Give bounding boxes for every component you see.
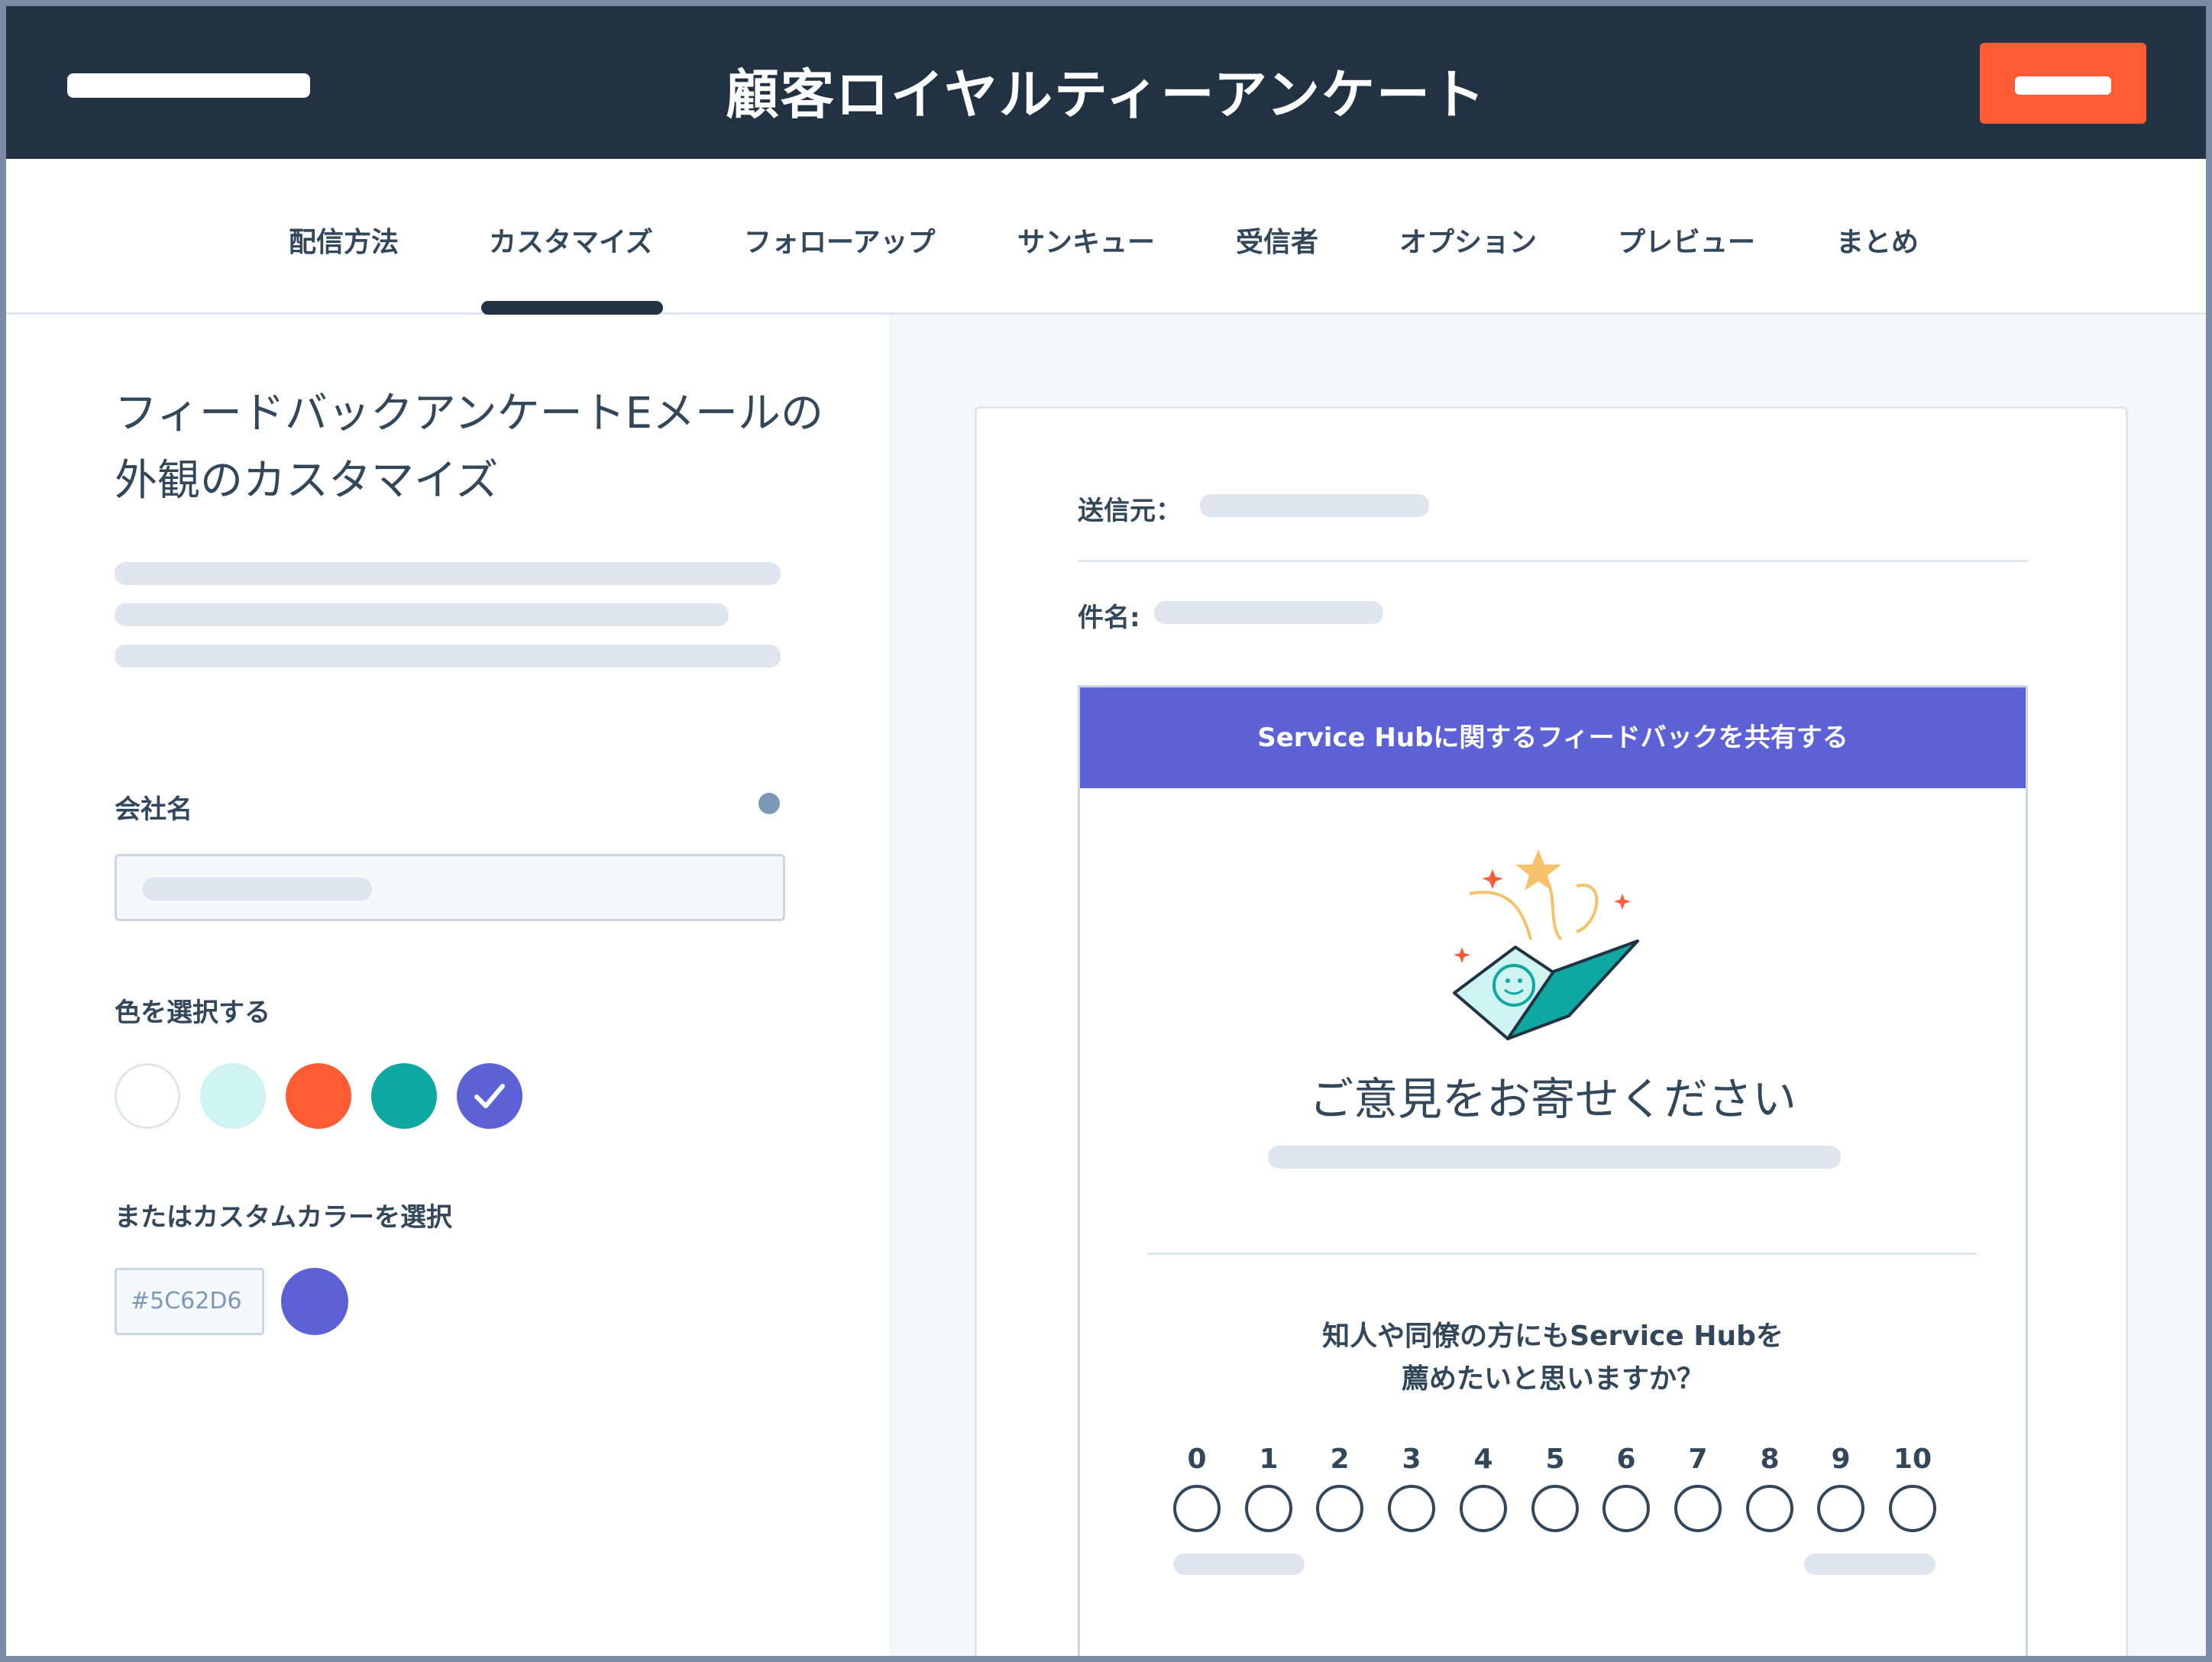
nps-score-radio[interactable] (1602, 1485, 1650, 1532)
hex-color-input[interactable]: #5C62D6 (115, 1268, 264, 1335)
preview-panel: 送信元： 件名: Service Hubに関するフィードバックを共有する ご意見… (889, 315, 2206, 1656)
nps-score-label: 4 (1473, 1444, 1493, 1475)
nps-score-label: 3 (1402, 1444, 1421, 1475)
color-swatch-mint[interactable] (200, 1063, 266, 1129)
input-value-placeholder (143, 878, 372, 901)
scale-high-label-placeholder (1804, 1554, 1936, 1575)
tab-recipients[interactable]: 受信者 (1236, 220, 1318, 260)
email-banner: Service Hubに関するフィードバックを共有する (1080, 687, 2026, 788)
color-picker-label: 色を選択する (115, 998, 270, 1028)
section-heading: フィードバックアンケートEメールの外観のカスタマイズ (115, 389, 824, 506)
nps-score-label: 7 (1688, 1444, 1708, 1475)
tab-options[interactable]: オプション (1399, 220, 1537, 260)
nps-score-label: 1 (1259, 1444, 1279, 1475)
nps-score-label: 2 (1330, 1444, 1350, 1475)
nps-score-radio[interactable] (1746, 1485, 1793, 1532)
primary-action-button[interactable] (1980, 43, 2146, 124)
subject-value-placeholder (1154, 601, 1383, 624)
nps-score-radio[interactable] (1889, 1485, 1936, 1532)
nps-score-label: 6 (1616, 1444, 1636, 1475)
check-icon (474, 1084, 505, 1108)
nps-score-label: 5 (1545, 1444, 1565, 1475)
nps-question: 知人や同僚の方にもService Hubを 薦めたいと思いますか？ (1080, 1315, 2026, 1401)
description-line (115, 603, 729, 626)
feedback-heading: ご意見をお寄せください (1308, 1073, 1796, 1125)
subject-label: 件名: (1078, 603, 1140, 633)
tab-thank-you[interactable]: サンキュー (1017, 220, 1155, 260)
nps-score-radio[interactable] (1531, 1485, 1579, 1532)
tab-bar: 配信方法 カスタマイズ フォローアップ サンキュー 受信者 オプション プレビュ… (6, 159, 2206, 315)
divider (1147, 1253, 1977, 1255)
from-value-placeholder (1200, 494, 1429, 517)
nps-score-radio[interactable] (1388, 1485, 1435, 1532)
nps-question-line: 知人や同僚の方にもService Hubを (1322, 1321, 1784, 1352)
app-window: 顧客ロイヤルティーアンケート 配信方法 カスタマイズ フォローアップ サンキュー… (6, 6, 2206, 1656)
nps-score-radio[interactable] (1316, 1485, 1363, 1532)
custom-color-label: またはカスタムカラーを選択 (115, 1202, 452, 1233)
nps-question-line: 薦めたいと思いますか？ (1401, 1363, 1704, 1395)
button-label-placeholder (2015, 76, 2111, 95)
nps-score-label: 8 (1760, 1444, 1780, 1475)
nps-score-radio[interactable] (1674, 1485, 1722, 1532)
tab-follow-up[interactable]: フォローアップ (744, 220, 936, 260)
tab-preview[interactable]: プレビュー (1618, 220, 1755, 260)
description-line (115, 645, 781, 668)
color-swatch-purple[interactable] (457, 1063, 522, 1129)
scale-low-label-placeholder (1173, 1554, 1305, 1575)
nps-score-radio[interactable] (1173, 1485, 1221, 1532)
email-preview-card: 送信元： 件名: Service Hubに関するフィードバックを共有する ご意見… (975, 406, 2128, 1656)
nps-score-label: 0 (1187, 1444, 1207, 1475)
top-bar: 顧客ロイヤルティーアンケート (6, 6, 2206, 159)
nps-score-radio[interactable] (1817, 1485, 1864, 1532)
from-label: 送信元： (1078, 496, 1182, 526)
color-swatch-orange[interactable] (286, 1063, 351, 1129)
custom-color-swatch[interactable] (281, 1268, 348, 1335)
company-name-label: 会社名 (115, 794, 192, 825)
email-body: Service Hubに関するフィードバックを共有する ご意見をお寄せください … (1078, 685, 2028, 1656)
celebration-illustration-icon (1453, 849, 1639, 1040)
company-name-input[interactable] (115, 854, 785, 921)
color-swatch-white[interactable] (115, 1063, 180, 1129)
nps-score-label: 9 (1831, 1444, 1851, 1475)
tab-customize[interactable]: カスタマイズ (489, 220, 653, 260)
nps-score-radio[interactable] (1460, 1485, 1507, 1532)
tab-delivery[interactable]: 配信方法 (289, 220, 399, 260)
active-tab-indicator (481, 301, 663, 315)
info-icon[interactable] (758, 793, 780, 814)
color-swatch-teal[interactable] (371, 1063, 437, 1129)
settings-panel: フィードバックアンケートEメールの外観のカスタマイズ 会社名 色を選択する また… (6, 315, 889, 1656)
tab-summary[interactable]: まとめ (1836, 220, 1919, 260)
page-title: 顧客ロイヤルティーアンケート (725, 63, 1487, 126)
divider (1078, 560, 2028, 562)
nps-score-label: 10 (1893, 1444, 1932, 1475)
description-line (115, 562, 781, 585)
feedback-text-placeholder (1268, 1146, 1841, 1169)
nps-score-radio[interactable] (1245, 1485, 1292, 1532)
